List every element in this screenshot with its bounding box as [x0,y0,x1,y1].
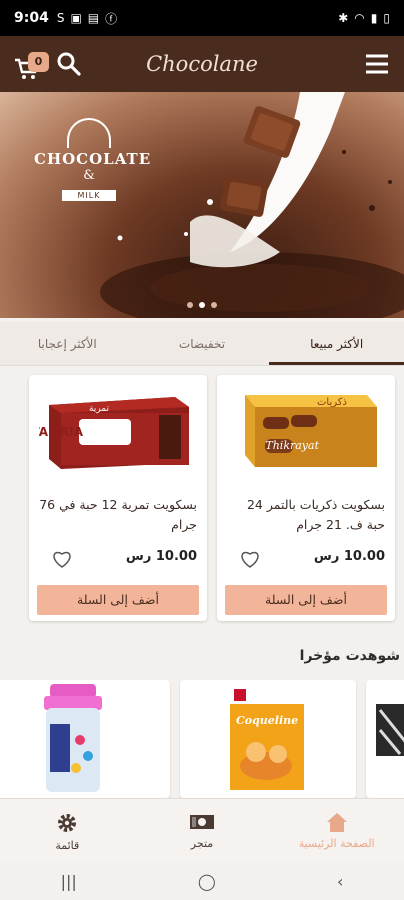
search-icon[interactable] [56,51,82,77]
product-card[interactable]: ذكريات Thikrayat بسكويت ذكريات بالتمر 24… [217,375,395,621]
product-image: Coqueline [230,686,304,790]
product-image: ذكريات Thikrayat [245,395,377,467]
product-image-brand: Thikrayat [265,439,319,452]
product-price: 10.00 رس [125,549,197,564]
status-bar: 9:04 S ▣ ▤ ⓕ ✱ ◠ ▮ ▯ [0,0,404,36]
product-image [376,704,404,756]
tab-best-selling[interactable]: الأكثر مبيعا [269,322,404,365]
promo-banner[interactable]: CHOCOLATE & MILK [0,92,404,318]
heart-icon[interactable] [239,549,261,569]
status-right-icons: ✱ ◠ ▮ ▯ [338,11,390,25]
photo-icon: ▣ [70,11,82,25]
recent-item[interactable] [366,680,404,798]
battery-icon: ▯ [383,11,390,25]
system-navigation: ||| ◯ ‹ [0,862,404,900]
bottom-navigation: الصفحة الرئيسية متجر قائمة [0,798,404,862]
heart-icon[interactable] [51,549,73,569]
image-icon: ▤ [87,11,100,25]
recent-item[interactable]: Coqueline [180,680,356,798]
app-bar: 0 Chocolane [0,36,404,92]
product-image-ar: تمرية [89,404,109,414]
nav-home-label: الصفحة الرئيسية [298,837,375,850]
app-screen: 9:04 S ▣ ▤ ⓕ ✱ ◠ ▮ ▯ 0 Chocolane CHOCOLA… [0,0,404,900]
tab-discounts[interactable]: تخفيضات [135,322,270,365]
nav-menu-label: قائمة [55,839,80,852]
section-title: شوهدت مؤخرا [299,648,400,664]
nav-menu[interactable]: قائمة [0,799,135,862]
s-icon: S [56,11,65,25]
cart-button[interactable]: 0 [14,48,49,80]
add-to-cart-button[interactable]: أضف إلى السلة [37,585,199,615]
status-left-icons: S ▣ ▤ ⓕ [57,10,117,27]
product-image-brand: TAMRIA [39,425,84,439]
product-tabs: الأكثر مبيعا تخفيضات الأكثر إعجابا [0,322,404,366]
gear-icon [58,814,77,832]
product-image-brand: Coqueline [236,714,298,727]
recents-button[interactable]: ||| [61,872,77,891]
product-image [44,684,102,792]
product-image-ar: ذكريات [317,397,347,408]
signal-icon: ▮ [370,11,378,25]
product-image: TAMRIA تمرية [39,397,189,469]
product-title: بسكويت تمرية 12 حبة في 76 جرام [39,497,197,532]
nav-store[interactable]: متجر [135,799,270,862]
facebook-icon: ⓕ [105,11,118,26]
brand-amp: & [83,168,95,183]
cart-count-badge: 0 [28,52,49,72]
wifi-icon: ◠ [354,11,365,25]
product-price: 10.00 رس [313,549,385,564]
tab-most-liked[interactable]: الأكثر إعجابا [0,322,135,365]
home-button[interactable]: ◯ [198,872,216,891]
home-icon [326,813,347,832]
status-time: 9:04 [14,10,49,26]
back-button[interactable]: ‹ [337,872,343,891]
store-icon [189,815,214,829]
product-card[interactable]: TAMRIA تمرية بسكويت تمرية 12 حبة في 76 ج… [29,375,207,621]
add-to-cart-button[interactable]: أضف إلى السلة [225,585,387,615]
brand-badge: CHOCOLATE & MILK [34,118,152,202]
crest-icon [67,118,111,148]
bluetooth-icon: ✱ [338,11,349,25]
brand-bottom: MILK [61,190,117,201]
product-title: بسكويت ذكريات بالتمر 24 حبة ف. 21 جرام [246,497,385,532]
menu-icon[interactable] [364,51,390,77]
nav-store-label: متجر [190,837,214,850]
recent-item[interactable] [0,680,170,798]
brand-top: CHOCOLATE [34,150,152,168]
nav-home[interactable]: الصفحة الرئيسية [269,799,404,862]
